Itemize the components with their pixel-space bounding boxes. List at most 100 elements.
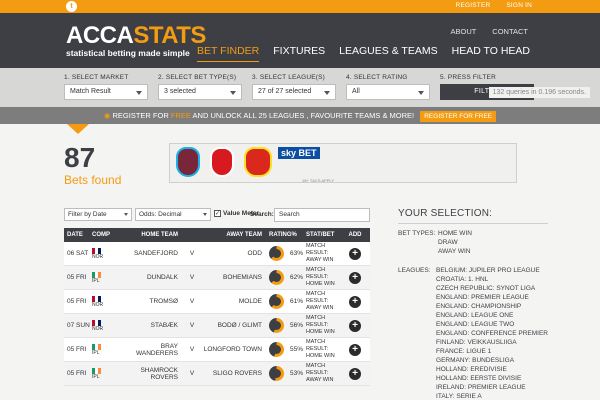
table-row[interactable]: 06 SAT NOR SANDEFJORD V ODD 63% MATCH RESULT: … <box>64 242 370 266</box>
table-row[interactable]: 05 FRI IPL BRAY WANDERERS V LONGFORD TOWN 55%… <box>64 338 370 362</box>
add-bet-button[interactable]: + <box>349 319 361 332</box>
row-home-team[interactable]: STABÆK <box>118 322 182 329</box>
about-link[interactable]: ABOUT <box>451 27 477 36</box>
sponsor-banner[interactable]: sky BET 18+ T&CS APPLY <box>169 143 517 183</box>
col-comp[interactable]: COMP <box>92 228 118 242</box>
table-search-input[interactable]: Search <box>274 208 370 222</box>
table-row[interactable]: 05 FRI IPL DUNDALK V BOHEMIANS 62% MATCH RESUL… <box>64 266 370 290</box>
selection-leagues: LEAGUES: BELGIUM: JUPILER PRO LEAGUE CROA… <box>398 266 548 400</box>
row-add: + <box>340 319 370 332</box>
table-controls: Filter by Date Odds: Decimal ✓ Value Met… <box>64 208 370 222</box>
selection-panel: YOUR SELECTION: BET TYPES: HOME WIN DRAW A… <box>398 208 548 400</box>
league-item: FRANCE: LIGUE 1 <box>436 348 492 355</box>
logo-brand-part-1: ACCA <box>66 22 134 49</box>
league-item: FINLAND: VEIKKAUSLIIGA <box>436 339 517 346</box>
row-stat-bet: MATCH RESULT: HOME WIN <box>306 339 335 359</box>
search-label: Search: <box>250 211 274 218</box>
table-row[interactable]: 05 FRI IPL SHAMROCK ROVERS V SLIGO ROVERS 53%… <box>64 362 370 386</box>
table-row[interactable]: 05 FRI NOR TROMSØ V MOLDE 61% MATCH RESULT: AW… <box>64 290 370 314</box>
table-header: DATE COMP HOME TEAM AWAY TEAM RATING% ST… <box>64 228 370 242</box>
row-rating-value: 56% <box>289 322 303 329</box>
col-date[interactable]: DATE <box>64 228 92 242</box>
bet-type-item: HOME WIN <box>438 230 472 237</box>
add-bet-button[interactable]: + <box>349 247 361 260</box>
nav-leagues-teams[interactable]: LEAGUES & TEAMS <box>339 45 437 62</box>
row-add: + <box>340 295 370 308</box>
row-away-team[interactable]: ODD <box>202 250 266 257</box>
row-home-team[interactable]: BRAY WANDERERS <box>118 343 182 357</box>
league-item: CROATIA: 1. HNL <box>436 276 489 283</box>
row-away-team[interactable]: SLIGO ROVERS <box>202 370 266 377</box>
row-away-team[interactable]: LONGFORD TOWN <box>202 346 266 353</box>
league-item: BELGIUM: JUPILER PRO LEAGUE <box>436 267 540 274</box>
row-versus: V <box>189 298 195 305</box>
row-versus: V <box>189 346 195 353</box>
row-add: + <box>340 343 370 356</box>
nav-fixtures[interactable]: FIXTURES <box>273 45 325 62</box>
southampton-crest-icon <box>210 147 234 177</box>
row-comp: NOR <box>92 247 118 260</box>
skybet-logo: sky BET <box>278 147 320 159</box>
leagues-list: BELGIUM: JUPILER PRO LEAGUE CROATIA: 1. H… <box>436 266 548 400</box>
add-bet-button[interactable]: + <box>349 343 361 356</box>
add-bet-button[interactable]: + <box>349 295 361 308</box>
bets-count-label: Bets found <box>64 173 122 187</box>
odds-format-select[interactable]: Odds: Decimal <box>135 208 211 221</box>
nav-bet-finder[interactable]: BET FINDER <box>197 45 260 62</box>
row-comp-code: NOR <box>92 301 104 308</box>
col-stat-bet[interactable]: STAT/BET <box>306 228 340 242</box>
value-meter-checkbox[interactable]: ✓ <box>214 210 221 217</box>
market-select[interactable]: Match Result <box>64 84 148 100</box>
contact-link[interactable]: CONTACT <box>492 27 528 36</box>
row-rating-value: 53% <box>289 370 303 377</box>
row-away-team[interactable]: BODØ / GLIMT <box>202 322 266 329</box>
register-free-button[interactable]: REGISTER FOR FREE <box>420 110 497 122</box>
query-stats: 132 queries in 0.196 seconds. <box>488 87 590 98</box>
row-home-team[interactable]: SANDEFJORD <box>118 250 182 257</box>
row-versus: V <box>189 322 195 329</box>
table-row[interactable]: 07 SUN NOR STABÆK V BODØ / GLIMT 56% MATCH RES… <box>64 314 370 338</box>
main-nav: BET FINDER FIXTURES LEAGUES & TEAMS HEAD… <box>183 45 530 62</box>
facebook-icon: ◉ <box>103 111 111 120</box>
register-link[interactable]: REGISTER <box>456 2 491 9</box>
row-home-team[interactable]: DUNDALK <box>118 274 182 281</box>
row-away-team[interactable]: MOLDE <box>202 298 266 305</box>
rating-pie-icon <box>269 294 284 309</box>
row-rating: 56% <box>266 318 306 333</box>
col-home-team[interactable]: HOME TEAM <box>118 228 182 242</box>
row-comp: NOR <box>92 319 118 332</box>
rating-pie-icon <box>269 246 284 261</box>
league-item: ENGLAND: CHAMPIONSHIP <box>436 303 522 310</box>
league-select[interactable]: 27 of 27 selected <box>252 84 336 100</box>
add-bet-button[interactable]: + <box>349 367 361 380</box>
selection-bet-types: BET TYPES: HOME WIN DRAW AWAY WIN <box>398 229 548 256</box>
league-item: GERMANY: BUNDESLIGA <box>436 357 515 364</box>
row-home-team[interactable]: SHAMROCK ROVERS <box>118 367 182 381</box>
bets-table: DATE COMP HOME TEAM AWAY TEAM RATING% ST… <box>64 228 370 386</box>
col-add: ADD <box>348 232 362 238</box>
rating-select[interactable]: All <box>346 84 430 100</box>
bet-type-select[interactable]: 3 selected <box>158 84 242 100</box>
row-versus: V <box>189 274 195 281</box>
bet-type-filter-label: 2. SELECT BET TYPE(S) <box>158 74 237 81</box>
col-away-team[interactable]: AWAY TEAM <box>202 228 266 242</box>
row-date: 05 FRI <box>67 370 87 377</box>
row-away-team[interactable]: BOHEMIANS <box>202 274 266 281</box>
signin-link[interactable]: SIGN IN <box>506 2 532 9</box>
row-rating: 61% <box>266 294 306 309</box>
header-links: ABOUT CONTACT <box>437 27 529 36</box>
date-filter-select[interactable]: Filter by Date <box>64 208 132 221</box>
row-home-team[interactable]: TROMSØ <box>118 298 182 305</box>
row-rating-value: 62% <box>289 274 303 281</box>
nav-head-to-head[interactable]: HEAD TO HEAD <box>452 45 530 62</box>
bets-count: 87 Bets found <box>64 144 122 188</box>
row-versus: V <box>189 370 195 377</box>
selection-divider <box>398 223 548 224</box>
row-comp-code: NOR <box>92 325 104 332</box>
twitter-icon[interactable]: t <box>66 1 77 12</box>
col-rating[interactable]: RATING% <box>266 228 306 242</box>
account-links: REGISTER SIGN IN <box>442 2 532 9</box>
row-date: 07 SUN <box>67 322 90 329</box>
add-bet-button[interactable]: + <box>349 271 361 284</box>
league-item: ENGLAND: PREMIER LEAGUE <box>436 294 529 301</box>
